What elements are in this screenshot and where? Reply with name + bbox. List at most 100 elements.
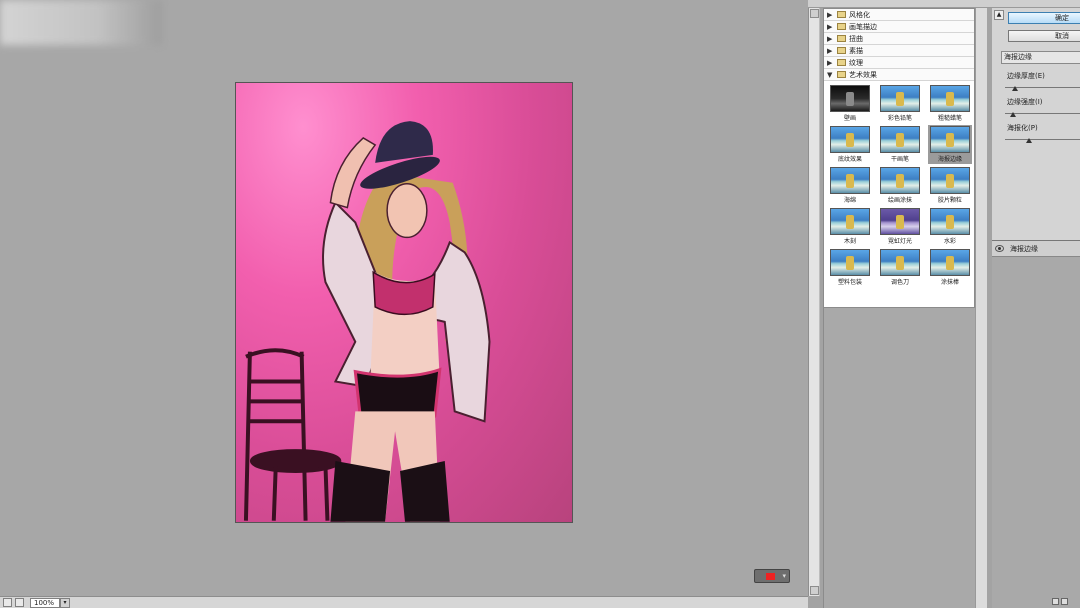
zoom-dropdown[interactable]: ▾ [60, 598, 70, 608]
filter-select-dropdown[interactable]: 海报边缘 [1001, 51, 1080, 64]
filter-thumbnail[interactable]: 海绵 [828, 166, 872, 205]
folder-icon [837, 11, 846, 18]
filter-thumbnail[interactable]: 塑料包装 [828, 248, 872, 287]
red-square-icon [766, 573, 775, 580]
collapsed-triangle-icon: ▶ [827, 10, 833, 19]
preview-pane[interactable]: ▾ [0, 0, 808, 596]
thumbnail-label: 调色刀 [890, 279, 909, 286]
scroll-down-arrow[interactable] [810, 586, 819, 595]
new-layer-icon[interactable] [1052, 598, 1059, 605]
thumbnail-image [930, 167, 970, 194]
filter-thumbnail[interactable]: 粗糙蜡笔 [928, 84, 972, 123]
zoom-in-button[interactable] [15, 598, 24, 607]
thumbnail-image [880, 126, 920, 153]
thumbnail-label: 绘画涂抹 [887, 197, 912, 204]
folder-icon [837, 23, 846, 30]
zoom-out-button[interactable] [3, 598, 12, 607]
gallery-scrollbar[interactable] [975, 8, 987, 608]
folder-label: 纹理 [849, 58, 863, 67]
filter-thumbnail[interactable]: 木刻 [828, 207, 872, 246]
filter-thumbnail[interactable]: 海报边缘 [928, 125, 972, 164]
filter-thumbnail[interactable]: 水彩 [928, 207, 972, 246]
param-label-edge-thickness: 边缘厚度(E) [1007, 72, 1045, 80]
thumbnail-image [930, 208, 970, 235]
folder-label: 扭曲 [849, 34, 863, 43]
slider-knob-edge-thickness[interactable] [1012, 86, 1018, 91]
thumbnail-label: 胶片颗粒 [937, 197, 962, 204]
effect-layer-row[interactable]: 海报边缘 [992, 241, 1080, 257]
folder-row[interactable]: ▶ 素描 [824, 45, 974, 57]
slider-knob-posterization[interactable] [1026, 138, 1032, 143]
preview-image[interactable] [235, 82, 573, 523]
slider-knob-edge-intensity[interactable] [1010, 112, 1016, 117]
layer-buttons [1052, 598, 1078, 606]
thumbnail-image [880, 85, 920, 112]
expanded-triangle-icon: ▼ [827, 70, 833, 79]
filter-folder-list: ▶ 风格化 ▶ 画笔描边 ▶ 扭曲 ▶ 素描 ▶ 纹理 [824, 9, 974, 69]
folder-row[interactable]: ▶ 扭曲 [824, 33, 974, 45]
thumbnail-label: 霓虹灯光 [887, 238, 912, 245]
scroll-up-arrow[interactable] [810, 9, 819, 18]
filter-thumbnail[interactable]: 胶片颗粒 [928, 166, 972, 205]
folder-label: 艺术效果 [849, 70, 877, 79]
folder-icon [837, 59, 846, 66]
param-label-posterization: 海报化(P) [1007, 124, 1038, 132]
filter-thumbnail[interactable]: 霓虹灯光 [878, 207, 922, 246]
thumbnail-label: 水彩 [943, 238, 956, 245]
collapsed-triangle-icon: ▶ [827, 58, 833, 67]
chair-graphic [243, 348, 342, 521]
filter-thumbnail[interactable]: 绘画涂抹 [878, 166, 922, 205]
collapse-gallery-button[interactable]: ▲ [994, 10, 1004, 20]
thumbnail-image [830, 208, 870, 235]
thumbnail-label: 壁画 [843, 115, 856, 122]
arm-graphic [329, 137, 377, 209]
filter-gallery: ▶ 风格化 ▶ 画笔描边 ▶ 扭曲 ▶ 素描 ▶ 纹理 ▼ 艺术效果 壁画 彩色铅笔 粗糙蜡笔 底纹效果… [823, 8, 975, 308]
cancel-button[interactable]: 取消 [1008, 30, 1080, 42]
folder-icon [837, 71, 846, 78]
collapsed-triangle-icon: ▶ [827, 22, 833, 31]
slider-track-edge-intensity[interactable] [1005, 113, 1080, 114]
zoom-level-field[interactable]: 100% [30, 598, 60, 608]
thumbnail-image [880, 167, 920, 194]
filter-thumbnail[interactable]: 彩色铅笔 [878, 84, 922, 123]
thumbnail-label: 底纹效果 [837, 156, 862, 163]
filter-thumbnail[interactable]: 底纹效果 [828, 125, 872, 164]
eye-icon[interactable] [995, 245, 1004, 252]
param-label-edge-intensity: 边缘强度(I) [1007, 98, 1043, 106]
folder-row[interactable]: ▶ 风格化 [824, 9, 974, 21]
effect-layer-panel [992, 240, 1080, 608]
thumbnail-label: 木刻 [843, 238, 856, 245]
filter-thumbnail[interactable]: 调色刀 [878, 248, 922, 287]
thumbnail-label: 涂抹棒 [940, 279, 959, 286]
thumbnail-image [880, 208, 920, 235]
filter-thumbnail[interactable]: 壁画 [828, 84, 872, 123]
filter-thumbnail-grid: 壁画 彩色铅笔 粗糙蜡笔底纹效果 干画笔 海报边缘海绵 绘画涂抹 胶片颗粒木刻 霓虹灯光 水彩塑… [824, 81, 974, 290]
collapsed-triangle-icon: ▶ [827, 34, 833, 43]
folder-label: 风格化 [849, 10, 870, 19]
thumbnail-image [880, 249, 920, 276]
bra-graphic [372, 270, 436, 316]
thumbnail-image [830, 167, 870, 194]
folder-row[interactable]: ▶ 画笔描边 [824, 21, 974, 33]
folder-icon [837, 47, 846, 54]
slider-track-posterization[interactable] [1005, 139, 1080, 140]
effect-layer-label: 海报边缘 [1010, 245, 1038, 253]
ok-button[interactable]: 确定 [1008, 12, 1080, 24]
thumbnail-label: 干画笔 [890, 156, 909, 163]
folder-artistic[interactable]: ▼ 艺术效果 [824, 69, 974, 81]
filter-thumbnail[interactable]: 干画笔 [878, 125, 922, 164]
preview-vertical-scrollbar[interactable] [808, 8, 820, 596]
chevron-down-icon: ▾ [782, 572, 786, 580]
folder-icon [837, 35, 846, 42]
preview-mode-button[interactable]: ▾ [754, 569, 790, 583]
blurred-header-region [0, 0, 162, 45]
thumbnail-image [930, 126, 970, 153]
collapsed-triangle-icon: ▶ [827, 46, 833, 55]
delete-layer-icon[interactable] [1061, 598, 1068, 605]
gallery-empty-area [823, 308, 975, 608]
filter-thumbnail[interactable]: 涂抹棒 [928, 248, 972, 287]
folder-label: 画笔描边 [849, 22, 877, 31]
thumbnail-label: 海报边缘 [937, 156, 962, 163]
folder-row[interactable]: ▶ 纹理 [824, 57, 974, 69]
zoom-bar: 100% ▾ [0, 596, 808, 608]
